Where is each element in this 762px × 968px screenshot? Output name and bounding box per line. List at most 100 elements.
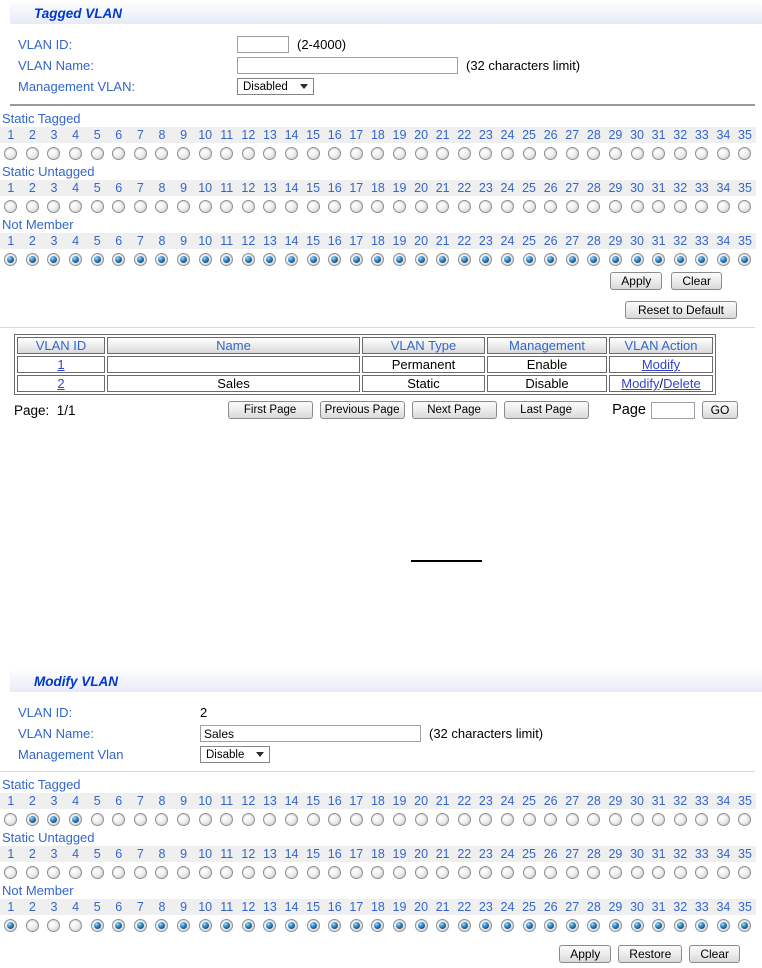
port-radio-static-tagged-1[interactable]: [4, 813, 18, 826]
port-radio-static-untagged-16[interactable]: [328, 200, 342, 213]
port-radio-not-member-28[interactable]: [587, 253, 601, 266]
port-radio-static-untagged-32[interactable]: [673, 866, 687, 879]
port-radio-not-member-11[interactable]: [220, 253, 234, 266]
port-radio-static-untagged-11[interactable]: [220, 866, 234, 879]
port-radio-static-tagged-1[interactable]: [4, 147, 18, 160]
port-radio-not-member-3[interactable]: [47, 919, 61, 932]
port-radio-not-member-19[interactable]: [392, 919, 406, 932]
port-radio-not-member-2[interactable]: [25, 253, 39, 266]
port-radio-static-tagged-23[interactable]: [479, 813, 493, 826]
port-radio-static-tagged-20[interactable]: [414, 813, 428, 826]
port-radio-not-member-16[interactable]: [328, 919, 342, 932]
port-radio-static-untagged-12[interactable]: [241, 866, 255, 879]
vlan-id-input[interactable]: [237, 36, 289, 53]
port-radio-static-untagged-16[interactable]: [328, 866, 342, 879]
port-radio-not-member-25[interactable]: [522, 253, 536, 266]
port-radio-not-member-30[interactable]: [630, 253, 644, 266]
port-radio-static-untagged-8[interactable]: [155, 200, 169, 213]
port-radio-not-member-18[interactable]: [371, 253, 385, 266]
port-radio-not-member-19[interactable]: [392, 253, 406, 266]
port-radio-not-member-29[interactable]: [608, 253, 622, 266]
port-radio-static-tagged-26[interactable]: [544, 813, 558, 826]
port-radio-not-member-26[interactable]: [544, 919, 558, 932]
port-radio-static-untagged-25[interactable]: [522, 200, 536, 213]
port-radio-not-member-12[interactable]: [241, 919, 255, 932]
port-radio-static-tagged-4[interactable]: [69, 147, 83, 160]
port-radio-static-untagged-2[interactable]: [25, 866, 39, 879]
port-radio-static-untagged-30[interactable]: [630, 866, 644, 879]
restore-button[interactable]: Restore: [618, 945, 683, 963]
port-radio-static-untagged-29[interactable]: [608, 200, 622, 213]
port-radio-static-tagged-31[interactable]: [652, 147, 666, 160]
port-radio-static-tagged-14[interactable]: [285, 147, 299, 160]
port-radio-not-member-4[interactable]: [69, 919, 83, 932]
port-radio-not-member-32[interactable]: [673, 919, 687, 932]
last-page-button[interactable]: Last Page: [503, 401, 589, 419]
port-radio-not-member-21[interactable]: [436, 253, 450, 266]
port-radio-static-untagged-17[interactable]: [349, 866, 363, 879]
port-radio-not-member-9[interactable]: [177, 253, 191, 266]
port-radio-static-tagged-35[interactable]: [738, 813, 752, 826]
port-radio-static-tagged-2[interactable]: [25, 813, 39, 826]
port-radio-not-member-20[interactable]: [414, 919, 428, 932]
port-radio-static-tagged-21[interactable]: [436, 813, 450, 826]
port-radio-static-tagged-13[interactable]: [263, 147, 277, 160]
port-radio-static-tagged-26[interactable]: [544, 147, 558, 160]
port-radio-static-untagged-3[interactable]: [47, 200, 61, 213]
port-radio-static-untagged-1[interactable]: [4, 200, 18, 213]
port-radio-static-tagged-18[interactable]: [371, 813, 385, 826]
port-radio-static-untagged-30[interactable]: [630, 200, 644, 213]
port-radio-static-tagged-3[interactable]: [47, 813, 61, 826]
port-radio-static-tagged-11[interactable]: [220, 813, 234, 826]
port-radio-static-untagged-18[interactable]: [371, 866, 385, 879]
port-radio-not-member-30[interactable]: [630, 919, 644, 932]
vlan-name-input[interactable]: [237, 57, 458, 74]
port-radio-not-member-18[interactable]: [371, 919, 385, 932]
management-vlan-select[interactable]: Disable: [200, 746, 271, 763]
port-radio-not-member-27[interactable]: [565, 919, 579, 932]
port-radio-not-member-24[interactable]: [500, 919, 514, 932]
port-radio-not-member-3[interactable]: [47, 253, 61, 266]
port-radio-static-untagged-20[interactable]: [414, 200, 428, 213]
port-radio-not-member-13[interactable]: [263, 253, 277, 266]
port-radio-not-member-14[interactable]: [285, 253, 299, 266]
port-radio-static-tagged-8[interactable]: [155, 813, 169, 826]
port-radio-static-tagged-9[interactable]: [177, 813, 191, 826]
port-radio-static-untagged-20[interactable]: [414, 866, 428, 879]
port-radio-static-untagged-1[interactable]: [4, 866, 18, 879]
port-radio-not-member-8[interactable]: [155, 919, 169, 932]
page-jump-input[interactable]: [651, 401, 695, 419]
port-radio-static-tagged-5[interactable]: [90, 147, 104, 160]
port-radio-not-member-17[interactable]: [349, 919, 363, 932]
modify-link[interactable]: Modify: [642, 357, 680, 372]
port-radio-not-member-31[interactable]: [652, 253, 666, 266]
port-radio-not-member-31[interactable]: [652, 919, 666, 932]
go-button[interactable]: GO: [702, 401, 738, 419]
port-radio-static-tagged-7[interactable]: [133, 147, 147, 160]
port-radio-static-tagged-25[interactable]: [522, 813, 536, 826]
port-radio-static-untagged-14[interactable]: [285, 200, 299, 213]
port-radio-not-member-25[interactable]: [522, 919, 536, 932]
port-radio-not-member-34[interactable]: [716, 253, 730, 266]
port-radio-static-untagged-28[interactable]: [587, 866, 601, 879]
port-radio-static-tagged-31[interactable]: [652, 813, 666, 826]
port-radio-static-untagged-13[interactable]: [263, 200, 277, 213]
port-radio-static-untagged-33[interactable]: [695, 866, 709, 879]
vlan-name-input[interactable]: [200, 725, 421, 742]
port-radio-static-untagged-29[interactable]: [608, 866, 622, 879]
port-radio-static-untagged-19[interactable]: [392, 866, 406, 879]
port-radio-static-tagged-11[interactable]: [220, 147, 234, 160]
port-radio-static-tagged-30[interactable]: [630, 147, 644, 160]
port-radio-not-member-6[interactable]: [112, 919, 126, 932]
port-radio-not-member-21[interactable]: [436, 919, 450, 932]
port-radio-not-member-35[interactable]: [738, 919, 752, 932]
port-radio-not-member-22[interactable]: [457, 919, 471, 932]
port-radio-static-tagged-16[interactable]: [328, 147, 342, 160]
port-radio-static-tagged-35[interactable]: [738, 147, 752, 160]
next-page-button[interactable]: Next Page: [411, 401, 497, 419]
port-radio-not-member-12[interactable]: [241, 253, 255, 266]
port-radio-not-member-11[interactable]: [220, 919, 234, 932]
port-radio-not-member-10[interactable]: [198, 253, 212, 266]
vlan-id-link[interactable]: 1: [57, 357, 64, 372]
port-radio-static-untagged-14[interactable]: [285, 866, 299, 879]
